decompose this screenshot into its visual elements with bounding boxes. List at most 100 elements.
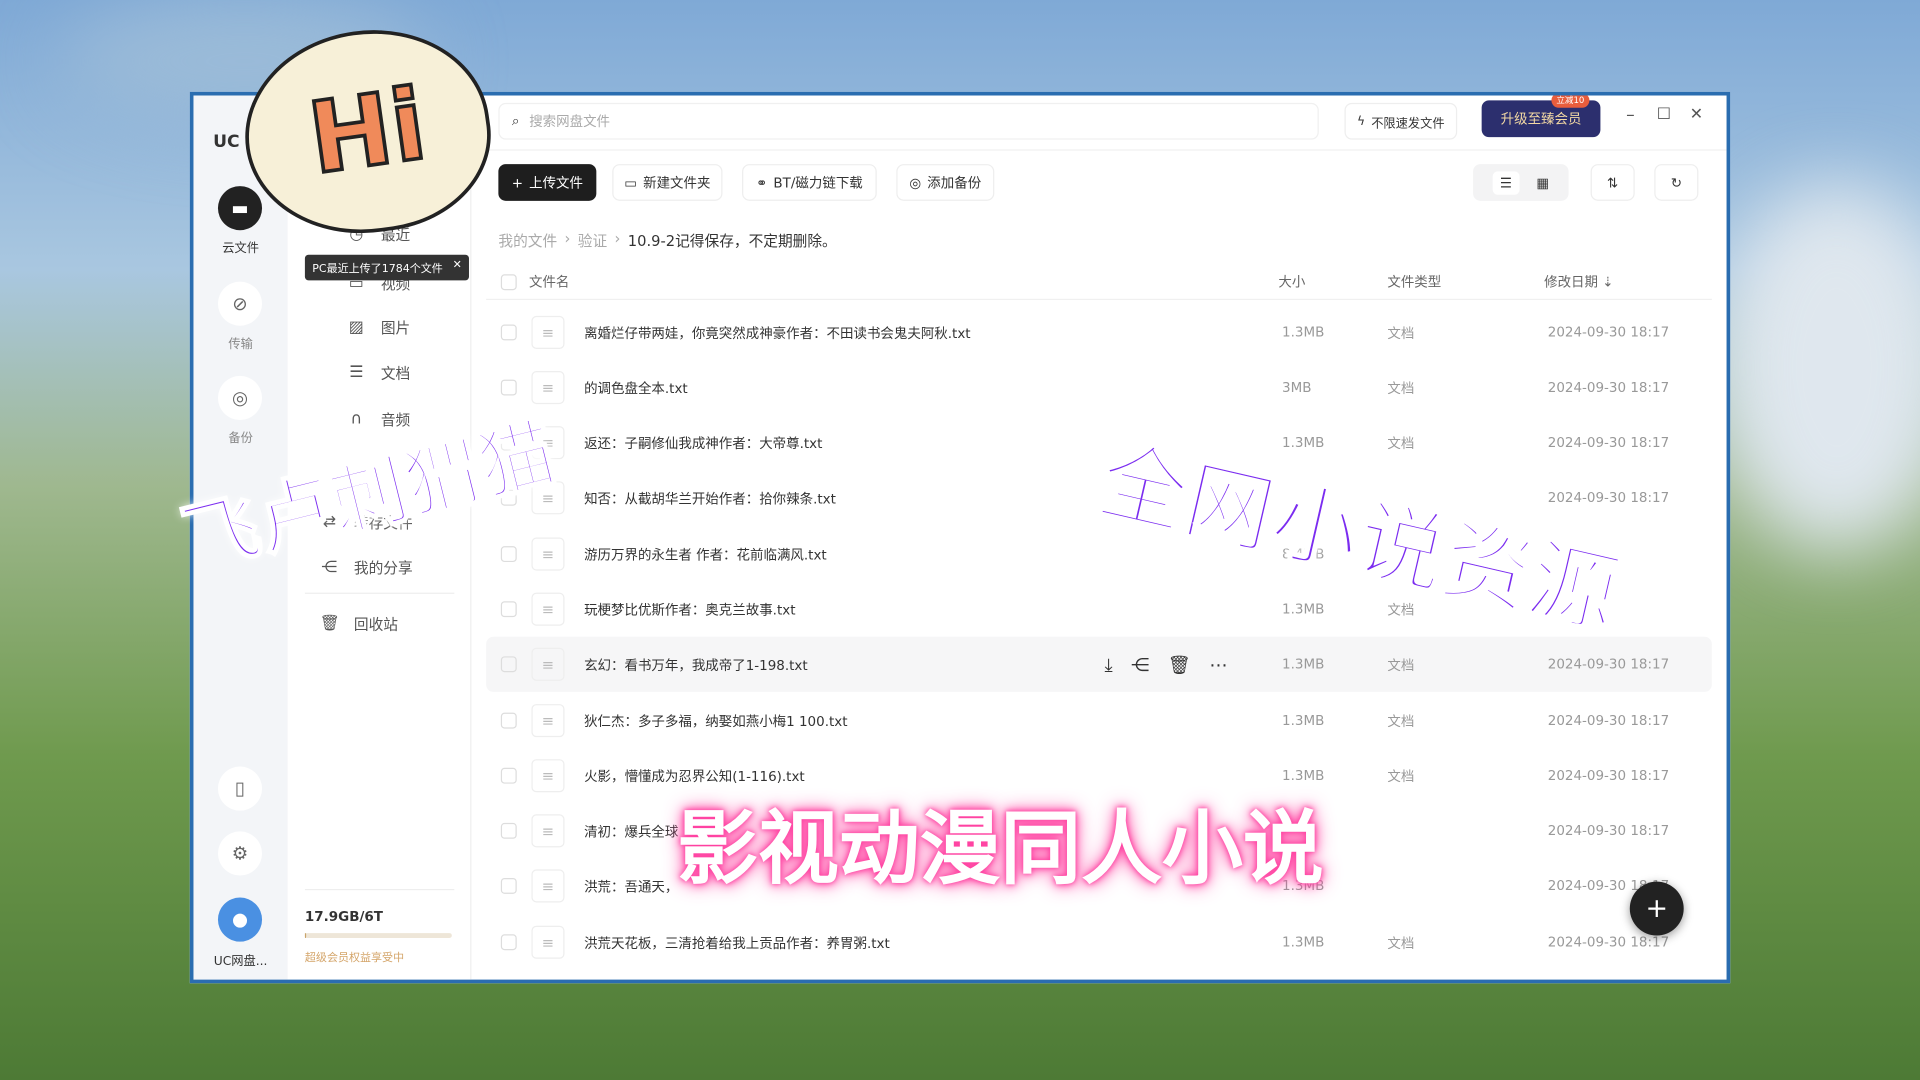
share-icon[interactable]: ⋲ [1131, 653, 1149, 675]
search-input[interactable]: ⌕ 搜索网盘文件 [498, 102, 1319, 140]
nav-images[interactable]: ▨ 图片 [347, 317, 410, 338]
file-name[interactable]: 玄幻：看书万年，我成帝了1-198.txt [584, 654, 808, 674]
col-size[interactable]: 大小 [1278, 272, 1305, 292]
file-type: 文档 [1387, 380, 1415, 397]
row-checkbox[interactable] [500, 767, 517, 784]
rail-cloud-files[interactable]: ▬ [217, 186, 263, 231]
row-checkbox[interactable] [500, 712, 517, 729]
clipboard-button[interactable]: ▯ [217, 766, 263, 811]
row-checkbox[interactable] [500, 934, 517, 951]
vip-note[interactable]: 超级会员权益享受中 [305, 949, 404, 965]
file-name[interactable]: 的调色盘全本.txt [584, 378, 688, 398]
close-icon[interactable]: ✕ [453, 260, 462, 276]
backup-icon: ◎ [231, 386, 249, 409]
row-checkbox[interactable] [500, 324, 517, 341]
refresh-button[interactable]: ↻ [1654, 164, 1699, 201]
upgrade-badge: 立减10 [1551, 95, 1590, 108]
fab-add-button[interactable]: + [1629, 881, 1684, 936]
file-name[interactable]: 知否：从截胡华兰开始作者：拾你辣条.txt [584, 488, 836, 508]
nav-recycle-bin[interactable]: 🗑 回收站 [320, 613, 398, 634]
file-date: 2024-09-30 18:17 [1547, 934, 1670, 951]
search-icon: ⌕ [511, 112, 520, 129]
file-name[interactable]: 洪荒天花板，三清抢着给我上贡品作者：养胃粥.txt [584, 932, 890, 952]
storage-text: 17.9GB/6T [304, 908, 383, 925]
gear-icon: ⚙ [231, 842, 249, 865]
folder-icon: ▭ [624, 174, 637, 191]
breadcrumb-verify[interactable]: 验证 [578, 230, 607, 251]
more-icon[interactable]: ⋯ [1209, 653, 1227, 675]
bt-download-button[interactable]: ⚭ BT/磁力链下载 [742, 164, 877, 201]
file-date: 2024-09-30 18:17 [1547, 767, 1670, 784]
table-row[interactable]: ≡ 的调色盘全本.txt 3MB 文档 2024-09-30 18:17 [486, 360, 1712, 415]
col-date[interactable]: 修改日期 ⇣ [1544, 272, 1613, 292]
overlay-text-3: 影视动漫同人小说 [677, 802, 1324, 897]
tooltip-text: PC最近上传了1784个文件 [312, 263, 443, 276]
close-button[interactable]: ✕ [1690, 105, 1703, 123]
row-checkbox[interactable] [500, 822, 517, 839]
file-name[interactable]: 离婚烂仔带两娃，你竟突然成神豪作者：不田读书会鬼夫阿秋.txt [584, 323, 971, 343]
avatar[interactable]: ● [217, 897, 263, 942]
table-row[interactable]: ≡ 返还：子嗣修仙我成神作者：大帝尊.txt 1.3MB 文档 2024-09-… [486, 415, 1712, 470]
rail-label: 云文件 [222, 242, 259, 256]
table-header: 文件名 大小 文件类型 修改日期 ⇣ [486, 267, 1712, 301]
sort-button[interactable]: ⇅ [1590, 164, 1635, 201]
download-icon[interactable]: ⤓ [1104, 653, 1112, 675]
file-size: 1.3MB [1282, 656, 1325, 673]
file-name[interactable]: 洪荒：吾通天， [584, 876, 678, 896]
breadcrumb-current: 10.9-2记得保存，不定期删除。 [627, 232, 837, 250]
nav-label: 回收站 [353, 615, 398, 634]
new-folder-button[interactable]: ▭ 新建文件夹 [612, 164, 723, 201]
text-file-icon: ≡ [531, 869, 565, 903]
nav-docs[interactable]: ☰ 文档 [347, 362, 410, 383]
file-name[interactable]: 返还：子嗣修仙我成神作者：大帝尊.txt [584, 433, 822, 453]
row-checkbox[interactable] [500, 601, 517, 618]
select-all-checkbox[interactable] [500, 274, 517, 291]
nav-label: 我的分享 [353, 559, 413, 577]
backup-icon: ◎ [909, 174, 922, 191]
breadcrumb: 我的文件 › 验证 › 10.9-2记得保存，不定期删除。 [498, 230, 836, 251]
storage-bar-fill [304, 933, 307, 938]
breadcrumb-my-files[interactable]: 我的文件 [498, 230, 557, 251]
col-type[interactable]: 文件类型 [1387, 272, 1441, 292]
file-name[interactable]: 火影，懵懂成为忍界公知(1-116).txt [584, 766, 805, 786]
file-date: 2024-09-30 18:17 [1547, 656, 1670, 673]
label: 升级至臻会员 [1500, 111, 1582, 128]
row-checkbox[interactable] [500, 546, 517, 563]
transfer-icon: ⊘ [232, 292, 248, 315]
view-toggle: ☰ ▦ [1473, 164, 1569, 201]
settings-button[interactable]: ⚙ [217, 831, 263, 876]
minimize-button[interactable]: – [1626, 105, 1635, 125]
row-checkbox[interactable] [500, 877, 517, 894]
rail-transfer[interactable]: ⊘ [217, 281, 263, 326]
table-row[interactable]: ≡ 离婚烂仔带两娃，你竟突然成神豪作者：不田读书会鬼夫阿秋.txt 1.3MB … [486, 305, 1712, 360]
col-name[interactable]: 文件名 [529, 272, 569, 292]
file-date: 2024-09-30 18:17 [1547, 712, 1670, 729]
divider [471, 149, 1727, 151]
fast-send-button[interactable]: ϟ 不限速发文件 [1344, 102, 1458, 140]
table-row[interactable]: ≡ 洪荒天花板，三清抢着给我上贡品作者：养胃粥.txt 1.3MB 文档 202… [486, 915, 1712, 970]
table-row[interactable]: ≡ 玄幻：看书万年，我成帝了1-198.txt ⤓ ⋲ 🗑 ⋯ 1.3MB 文档 20… [486, 636, 1712, 692]
maximize-button[interactable]: ☐ [1657, 105, 1671, 123]
file-name[interactable]: 狄仁杰：多子多福，纳娶如燕小梅1 100.txt [584, 711, 847, 731]
table-row[interactable]: ≡ 狄仁杰：多子多福，纳娶如燕小梅1 100.txt 1.3MB 文档 2024… [486, 693, 1712, 748]
share-icon: ⋲ [321, 558, 338, 577]
grid-view-icon[interactable]: ▦ [1536, 174, 1549, 190]
chevron-right-icon: › [564, 230, 571, 248]
trash-icon[interactable]: 🗑 [1168, 653, 1191, 675]
hi-text: Hi [300, 65, 434, 198]
rail-backup[interactable]: ◎ [217, 375, 263, 421]
user-icon: ● [231, 908, 249, 931]
file-name[interactable]: 清初：爆兵全球 [584, 821, 678, 841]
file-date: 2024-09-30 18:17 [1547, 379, 1670, 396]
file-name[interactable]: 游历万界的永生者 作者：花前临满风.txt [584, 544, 827, 564]
add-backup-button[interactable]: ◎ 添加备份 [896, 164, 995, 201]
upload-tooltip: PC最近上传了1784个文件 ✕ [304, 254, 470, 281]
nav-my-share[interactable]: ⋲ 我的分享 [320, 557, 413, 578]
row-checkbox[interactable] [500, 656, 517, 673]
text-file-icon: ≡ [531, 647, 565, 681]
link-icon: ⚭ [755, 174, 768, 191]
list-view-icon[interactable]: ☰ [1492, 170, 1520, 195]
row-checkbox[interactable] [500, 379, 517, 396]
file-name[interactable]: 玩梗梦比优斯作者：奥克兰故事.txt [584, 599, 795, 619]
upload-button[interactable]: + 上传文件 [498, 164, 597, 201]
